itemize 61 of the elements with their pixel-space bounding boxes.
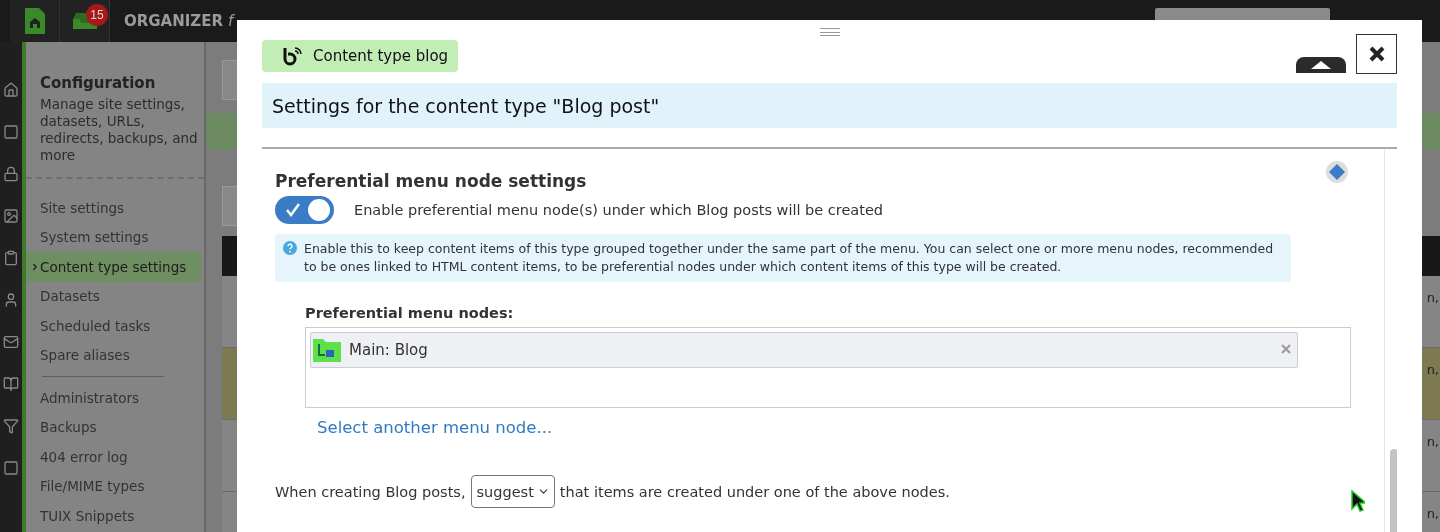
menu-node-picker[interactable]: Main: Blog [305,327,1351,408]
sidebar-item[interactable]: Site settings [26,193,201,223]
check-icon [286,203,300,217]
field-label: Preferential menu nodes: [305,305,515,321]
sidebar-item[interactable]: File/MIME types [26,471,201,501]
user-icon[interactable] [3,292,19,308]
menu-node-label: Main: Blog [349,341,428,359]
home-button[interactable] [10,0,60,42]
sidebar-item[interactable]: 404 error log [26,442,201,472]
filter-icon[interactable] [3,418,19,434]
sidebar-item[interactable]: Backups [26,412,201,442]
sentence-start: When creating Blog posts, [275,483,466,500]
notification-badge: 15 [86,4,108,26]
app-subtitle: f [228,11,234,32]
square-icon[interactable] [3,124,19,140]
sidebar-item[interactable]: System settings [26,222,201,252]
up-arrow-icon [1311,61,1331,69]
close-button[interactable] [1356,34,1397,74]
dialog-title: Settings for the content type "Blog post" [262,83,1397,128]
sentence-end: that items are created under one of the above nodes. [559,483,950,500]
mail-icon[interactable] [3,334,19,350]
diamond-icon[interactable] [1326,161,1348,183]
section-title: Preferential menu node settings [275,171,587,191]
home-icon[interactable] [3,82,19,98]
sidebar-title: Configuration [39,74,157,92]
image-icon[interactable] [3,208,19,224]
mode-select[interactable]: suggest [470,475,555,508]
content-type-tag: Content type blog [262,40,459,72]
select-node-link[interactable]: Select another menu node... [317,418,553,437]
clipboard-icon[interactable] [3,250,19,266]
sidebar-description: Manage site settings, datasets, URLs, redirects, backups, and more [39,96,199,164]
book-icon[interactable] [3,376,19,392]
close-icon [1368,46,1385,62]
folder-icon [313,338,341,362]
table-cell-text: n, [1426,506,1439,523]
table-cell-text: n, [1426,434,1439,451]
menu-node-chip[interactable]: Main: Blog [310,332,1298,368]
sidebar-item[interactable]: TUIX Snippets [26,501,201,531]
chevron-icon [30,261,40,272]
collapse-button[interactable] [1296,57,1346,73]
inbox-button[interactable]: 15 [60,0,110,42]
table-cell-text: n, [1426,362,1439,379]
table-cell-text: n, [1426,290,1439,307]
app-title: ORGANIZER [124,11,224,32]
drag-handle[interactable] [820,28,840,36]
lock-icon[interactable] [3,166,19,182]
sidebar-item[interactable]: Scheduled tasks [26,311,201,341]
enable-toggle[interactable] [275,196,334,224]
square-icon[interactable] [3,460,19,476]
help-icon [283,241,297,255]
cursor-icon [1351,490,1365,514]
scrollbar-thumb[interactable] [1390,449,1397,532]
home-page-icon [22,6,47,36]
sidebar-item[interactable]: Content type settings [26,252,201,282]
sidebar-item[interactable]: Spare aliases [26,340,201,370]
sidebar-item[interactable]: Administrators [26,383,201,413]
sidebar-item[interactable]: Datasets [26,281,201,311]
info-text: Enable this to keep content items of this type grouped together under the same part of the menu. You can select one or more menu nodes, recommended to be ones linked to HTML content items, to be preferential nodes under which content items of this type will be created. [304,241,1274,274]
blog-icon [282,45,304,67]
close-icon [1281,344,1291,354]
toggle-label: Enable preferential menu node(s) under which Blog posts will be created [354,202,884,218]
